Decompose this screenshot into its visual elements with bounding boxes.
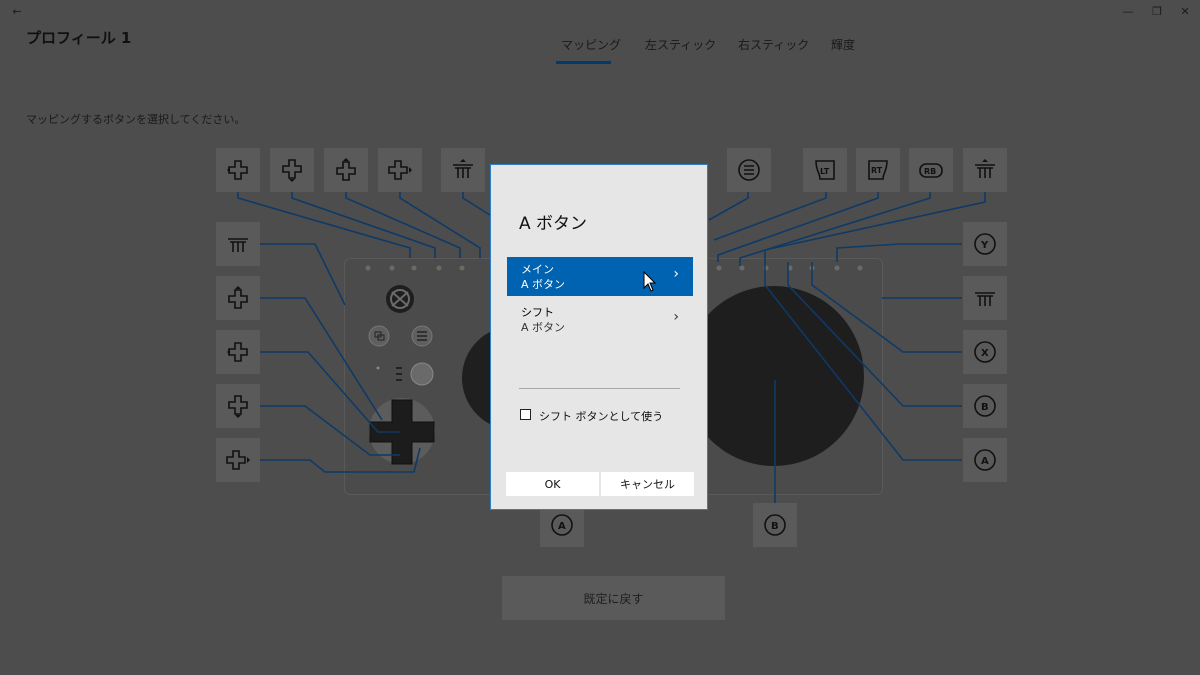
mapping-slot-large-b[interactable]: B xyxy=(753,503,797,547)
use-as-shift-checkbox[interactable] xyxy=(520,409,531,420)
shift-value: A ボタン xyxy=(521,321,566,334)
dpad-left-icon xyxy=(227,342,248,362)
dpad-right-icon xyxy=(388,160,412,180)
mapping-slot-left-stick-press[interactable] xyxy=(441,148,485,192)
mapping-slot-b[interactable]: B xyxy=(963,384,1007,428)
ok-button[interactable]: OK xyxy=(506,472,599,496)
x-button-icon: X xyxy=(974,341,996,363)
cancel-button[interactable]: キャンセル xyxy=(601,472,694,496)
mapping-slot-rb[interactable]: RB xyxy=(909,148,953,192)
mapping-slot-dpad-up[interactable] xyxy=(324,148,368,192)
mouse-cursor-icon xyxy=(643,271,657,292)
a-button-icon: A xyxy=(551,514,573,536)
svg-text:B: B xyxy=(771,521,779,532)
divider xyxy=(519,388,680,389)
dpad-up-icon xyxy=(336,158,356,181)
left-stick-icon xyxy=(228,238,248,252)
mapping-slot-left-dpad-down[interactable] xyxy=(216,384,260,428)
svg-text:A: A xyxy=(558,521,566,532)
mapping-slot-menu[interactable] xyxy=(727,148,771,192)
mapping-slot-right-stick[interactable] xyxy=(963,276,1007,320)
mapping-slot-dpad-right[interactable] xyxy=(378,148,422,192)
mapping-slot-x[interactable]: X xyxy=(963,330,1007,374)
left-stick-press-icon xyxy=(453,159,473,178)
svg-text:RB: RB xyxy=(924,167,936,176)
svg-text:Y: Y xyxy=(980,240,989,251)
svg-text:X: X xyxy=(981,348,989,359)
reset-defaults-button[interactable]: 既定に戻す xyxy=(502,576,725,620)
menu-button-icon xyxy=(738,159,760,181)
shift-mapping-row[interactable]: シフト A ボタン › xyxy=(507,300,693,339)
shift-label: シフト xyxy=(521,306,554,319)
dialog-title: A ボタン xyxy=(519,214,588,234)
right-stick-press-icon xyxy=(975,159,995,178)
chevron-right-icon: › xyxy=(673,266,679,282)
mapping-slot-rt[interactable]: RT xyxy=(856,148,900,192)
lt-trigger-icon: LT xyxy=(815,160,835,180)
mapping-slot-left-stick[interactable] xyxy=(216,222,260,266)
use-as-shift-label: シフト ボタンとして使う xyxy=(539,410,664,423)
svg-text:A: A xyxy=(981,456,989,467)
dpad-right-icon xyxy=(226,450,250,470)
mapping-slot-a[interactable]: A xyxy=(963,438,1007,482)
y-button-icon: Y xyxy=(974,233,996,255)
b-button-icon: B xyxy=(764,514,786,536)
mapping-slot-left-dpad-right[interactable] xyxy=(216,438,260,482)
main-mapping-row[interactable]: メイン A ボタン › xyxy=(507,257,693,296)
a-button-icon: A xyxy=(974,449,996,471)
mapping-slot-dpad-down[interactable] xyxy=(270,148,314,192)
dpad-down-icon xyxy=(228,395,248,418)
mapping-slot-left-dpad-left[interactable] xyxy=(216,330,260,374)
mapping-slot-right-stick-press[interactable] xyxy=(963,148,1007,192)
svg-text:RT: RT xyxy=(871,166,883,175)
mapping-slot-left-dpad-up[interactable] xyxy=(216,276,260,320)
dpad-left-icon xyxy=(227,160,248,180)
right-stick-icon xyxy=(975,292,995,306)
dpad-down-icon xyxy=(282,159,302,182)
mapping-slot-dpad-left[interactable] xyxy=(216,148,260,192)
button-mapping-dialog: A ボタン メイン A ボタン › シフト A ボタン › シフト ボタンとして… xyxy=(490,164,708,510)
mapping-slot-y[interactable]: Y xyxy=(963,222,1007,266)
b-button-icon: B xyxy=(974,395,996,417)
rb-bumper-icon: RB xyxy=(919,163,943,178)
rt-trigger-icon: RT xyxy=(868,160,888,180)
dpad-up-icon xyxy=(228,286,248,309)
svg-text:LT: LT xyxy=(820,167,830,176)
svg-text:B: B xyxy=(981,402,989,413)
mapping-slot-lt[interactable]: LT xyxy=(803,148,847,192)
chevron-right-icon: › xyxy=(673,309,679,325)
